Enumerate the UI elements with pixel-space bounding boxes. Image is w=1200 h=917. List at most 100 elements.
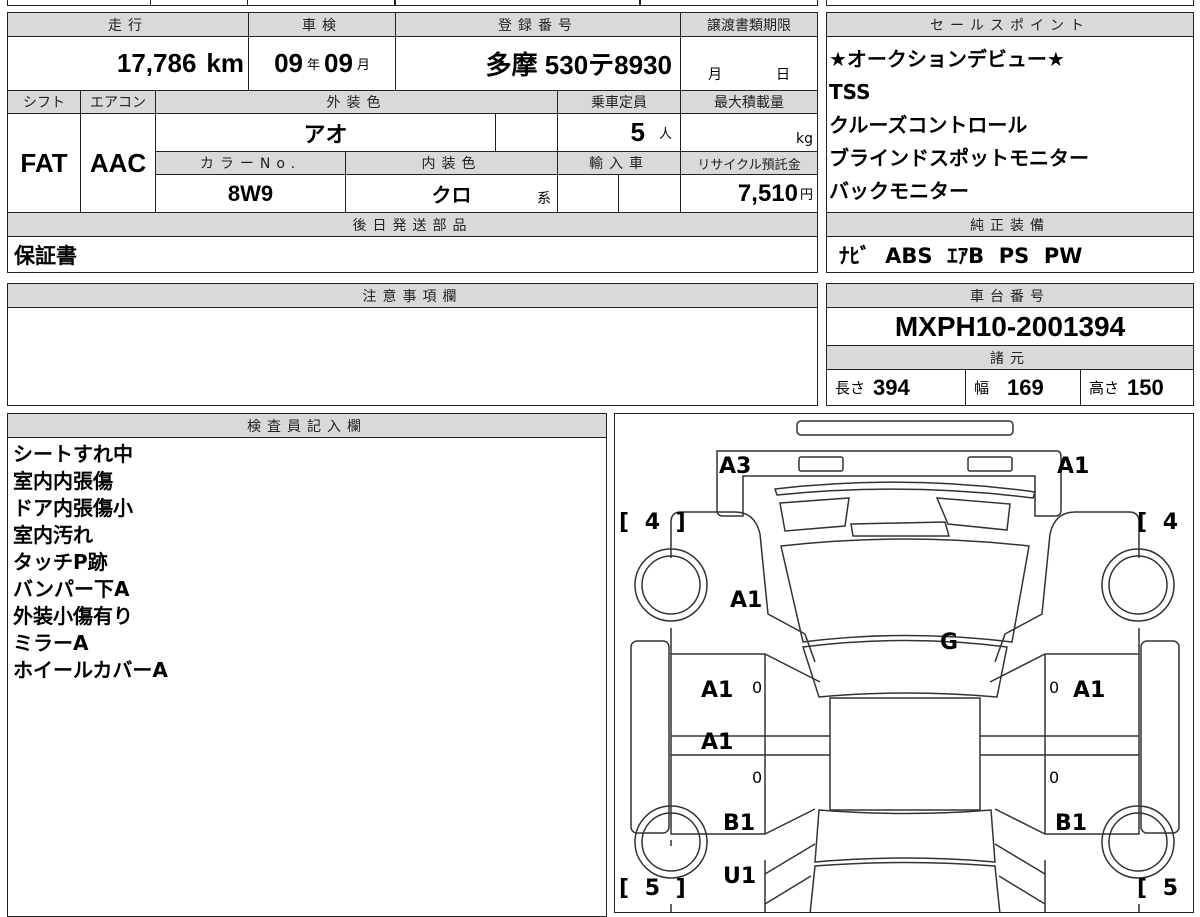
deadline-day-unit: 日	[776, 67, 790, 83]
mark-left-front-door: A1	[701, 730, 734, 755]
tread-rear-right: [ 5 ]	[1137, 876, 1193, 901]
mark-rear-left: A3	[719, 454, 752, 479]
sales-point: バックモニター	[829, 179, 969, 203]
zero-mark: 0	[1049, 768, 1060, 787]
max-load-header: 最大積載量	[680, 90, 818, 114]
sales-point: ★オークションデビュー★	[829, 47, 1065, 71]
remark: 外装小傷有り	[13, 604, 133, 628]
mark-left-fender: B1	[723, 811, 756, 836]
inspector-remarks: シートすれ中 室内内張傷 ドア内張傷小 室内汚れ タッチP跡 バンパー下A 外装…	[7, 437, 607, 917]
capacity-unit: 人	[658, 127, 672, 142]
later-parts-header: 後日発送部品	[7, 212, 818, 237]
car-diagram: A3 A1 [ 4 ] [ 4 ] A1 G A1 0 0 A1 A1 0 0 …	[614, 413, 1194, 913]
mark-front-bumper-left: U1	[723, 864, 757, 889]
inspection-year: 09	[274, 48, 303, 78]
registration-value: 多摩 530テ8930	[395, 36, 681, 91]
mark-left-rear-door: A1	[701, 678, 734, 703]
color-no-header: カラーNo.	[155, 151, 346, 175]
mileage-value: 17,786 km	[7, 36, 249, 91]
import-cell-2	[618, 174, 681, 213]
capacity-value: 5 人	[557, 113, 681, 152]
inspection-header: 車検	[248, 12, 396, 37]
later-parts-text: 保証書	[14, 243, 77, 268]
sales-points-header: セールスポイント	[826, 12, 1194, 37]
sales-point: ブラインドスポットモニター	[829, 146, 1089, 170]
length-cell: 長さ 394	[826, 369, 966, 406]
blank-cell	[495, 113, 558, 152]
chassis-header: 車台番号	[826, 283, 1194, 308]
remark: タッチP跡	[13, 550, 108, 574]
recycle-unit: 円	[799, 188, 813, 203]
color-no-text: 8W9	[227, 180, 274, 206]
remark: ミラーA	[13, 631, 89, 655]
exterior-color-header: 外装色	[155, 90, 558, 114]
notes-header: 注意事項欄	[7, 283, 818, 308]
width-cell: 幅 169	[965, 369, 1081, 406]
mileage-header: 走行	[7, 12, 249, 37]
remark: 室内汚れ	[13, 523, 93, 547]
zero-mark: 0	[1049, 678, 1060, 697]
aircon-text: AAC	[89, 147, 147, 178]
notes-area	[7, 307, 818, 406]
remark: シートすれ中	[13, 442, 133, 466]
max-load-value: kg	[680, 113, 818, 152]
inspection-value: 09 年 09 月	[248, 36, 396, 91]
mark-rear-right: A1	[1057, 454, 1090, 479]
zero-mark: 0	[752, 678, 763, 697]
height-value: 150	[1127, 374, 1164, 400]
recycle-value: 7,510 円	[680, 174, 818, 213]
deadline-month-unit: 月	[708, 67, 722, 83]
mark-right-fender: B1	[1055, 811, 1088, 836]
chassis-number: MXPH10-2001394	[894, 310, 1126, 342]
color-no-value: 8W9	[155, 174, 346, 213]
capacity-number: 5	[630, 117, 645, 147]
top-strip-cell	[150, 0, 395, 6]
recycle-amount: 7,510	[737, 179, 798, 207]
month-unit: 月	[356, 58, 370, 73]
specs-header: 諸元	[826, 345, 1194, 370]
top-strip-cell	[826, 0, 1194, 6]
shift-header: シフト	[7, 90, 81, 114]
recycle-header: リサイクル預託金	[680, 151, 818, 175]
equipment-text: ﾅﾋﾞ ABS ｴｱB PS PW	[839, 243, 1083, 268]
aircon-header: エアコン	[80, 90, 156, 114]
width-label: 幅	[974, 379, 990, 397]
remark: ホイールカバーA	[13, 658, 168, 682]
interior-color-value: クロ 系	[345, 174, 558, 213]
inspector-header: 検査員記入欄	[7, 413, 607, 438]
height-label: 高さ	[1089, 379, 1120, 397]
shift-value: FAT	[7, 113, 81, 213]
chassis-value: MXPH10-2001394	[826, 307, 1194, 346]
import-header: 輸入車	[557, 151, 681, 175]
year-unit: 年	[306, 58, 320, 73]
height-cell: 高さ 150	[1080, 369, 1194, 406]
top-strip-cell	[640, 0, 818, 6]
registration-header: 登録番号	[395, 12, 681, 37]
remark: ドア内張傷小	[13, 496, 133, 520]
registration-number: 多摩 530テ8930	[485, 50, 672, 80]
length-value: 394	[873, 374, 910, 400]
sales-point: クルーズコントロール	[829, 113, 1028, 137]
inspection-month: 09	[324, 48, 353, 78]
mark-left-quarter: A1	[730, 588, 763, 613]
interior-color-header: 内装色	[345, 151, 558, 175]
exterior-color-value: アオ	[155, 113, 496, 152]
later-parts-value: 保証書	[7, 236, 818, 273]
capacity-header: 乗車定員	[557, 90, 681, 114]
mileage-number: 17,786	[116, 48, 197, 78]
equipment-header: 純正装備	[826, 212, 1194, 237]
sales-point: TSS	[829, 80, 871, 104]
interior-color-text: クロ	[431, 185, 472, 207]
aircon-value: AAC	[80, 113, 156, 213]
interior-color-suffix: 系	[537, 191, 551, 207]
transfer-deadline-value: 月 日	[680, 36, 818, 91]
remark: バンパー下A	[13, 577, 130, 601]
mileage-unit: km	[206, 48, 244, 78]
exterior-color-text: アオ	[303, 121, 348, 147]
equipment-value: ﾅﾋﾞ ABS ｴｱB PS PW	[826, 236, 1194, 273]
top-strip-cell	[395, 0, 640, 6]
import-cell-1	[557, 174, 619, 213]
length-label: 長さ	[835, 379, 866, 397]
tread-front-left: [ 4 ]	[619, 510, 690, 535]
shift-text: FAT	[20, 147, 68, 178]
